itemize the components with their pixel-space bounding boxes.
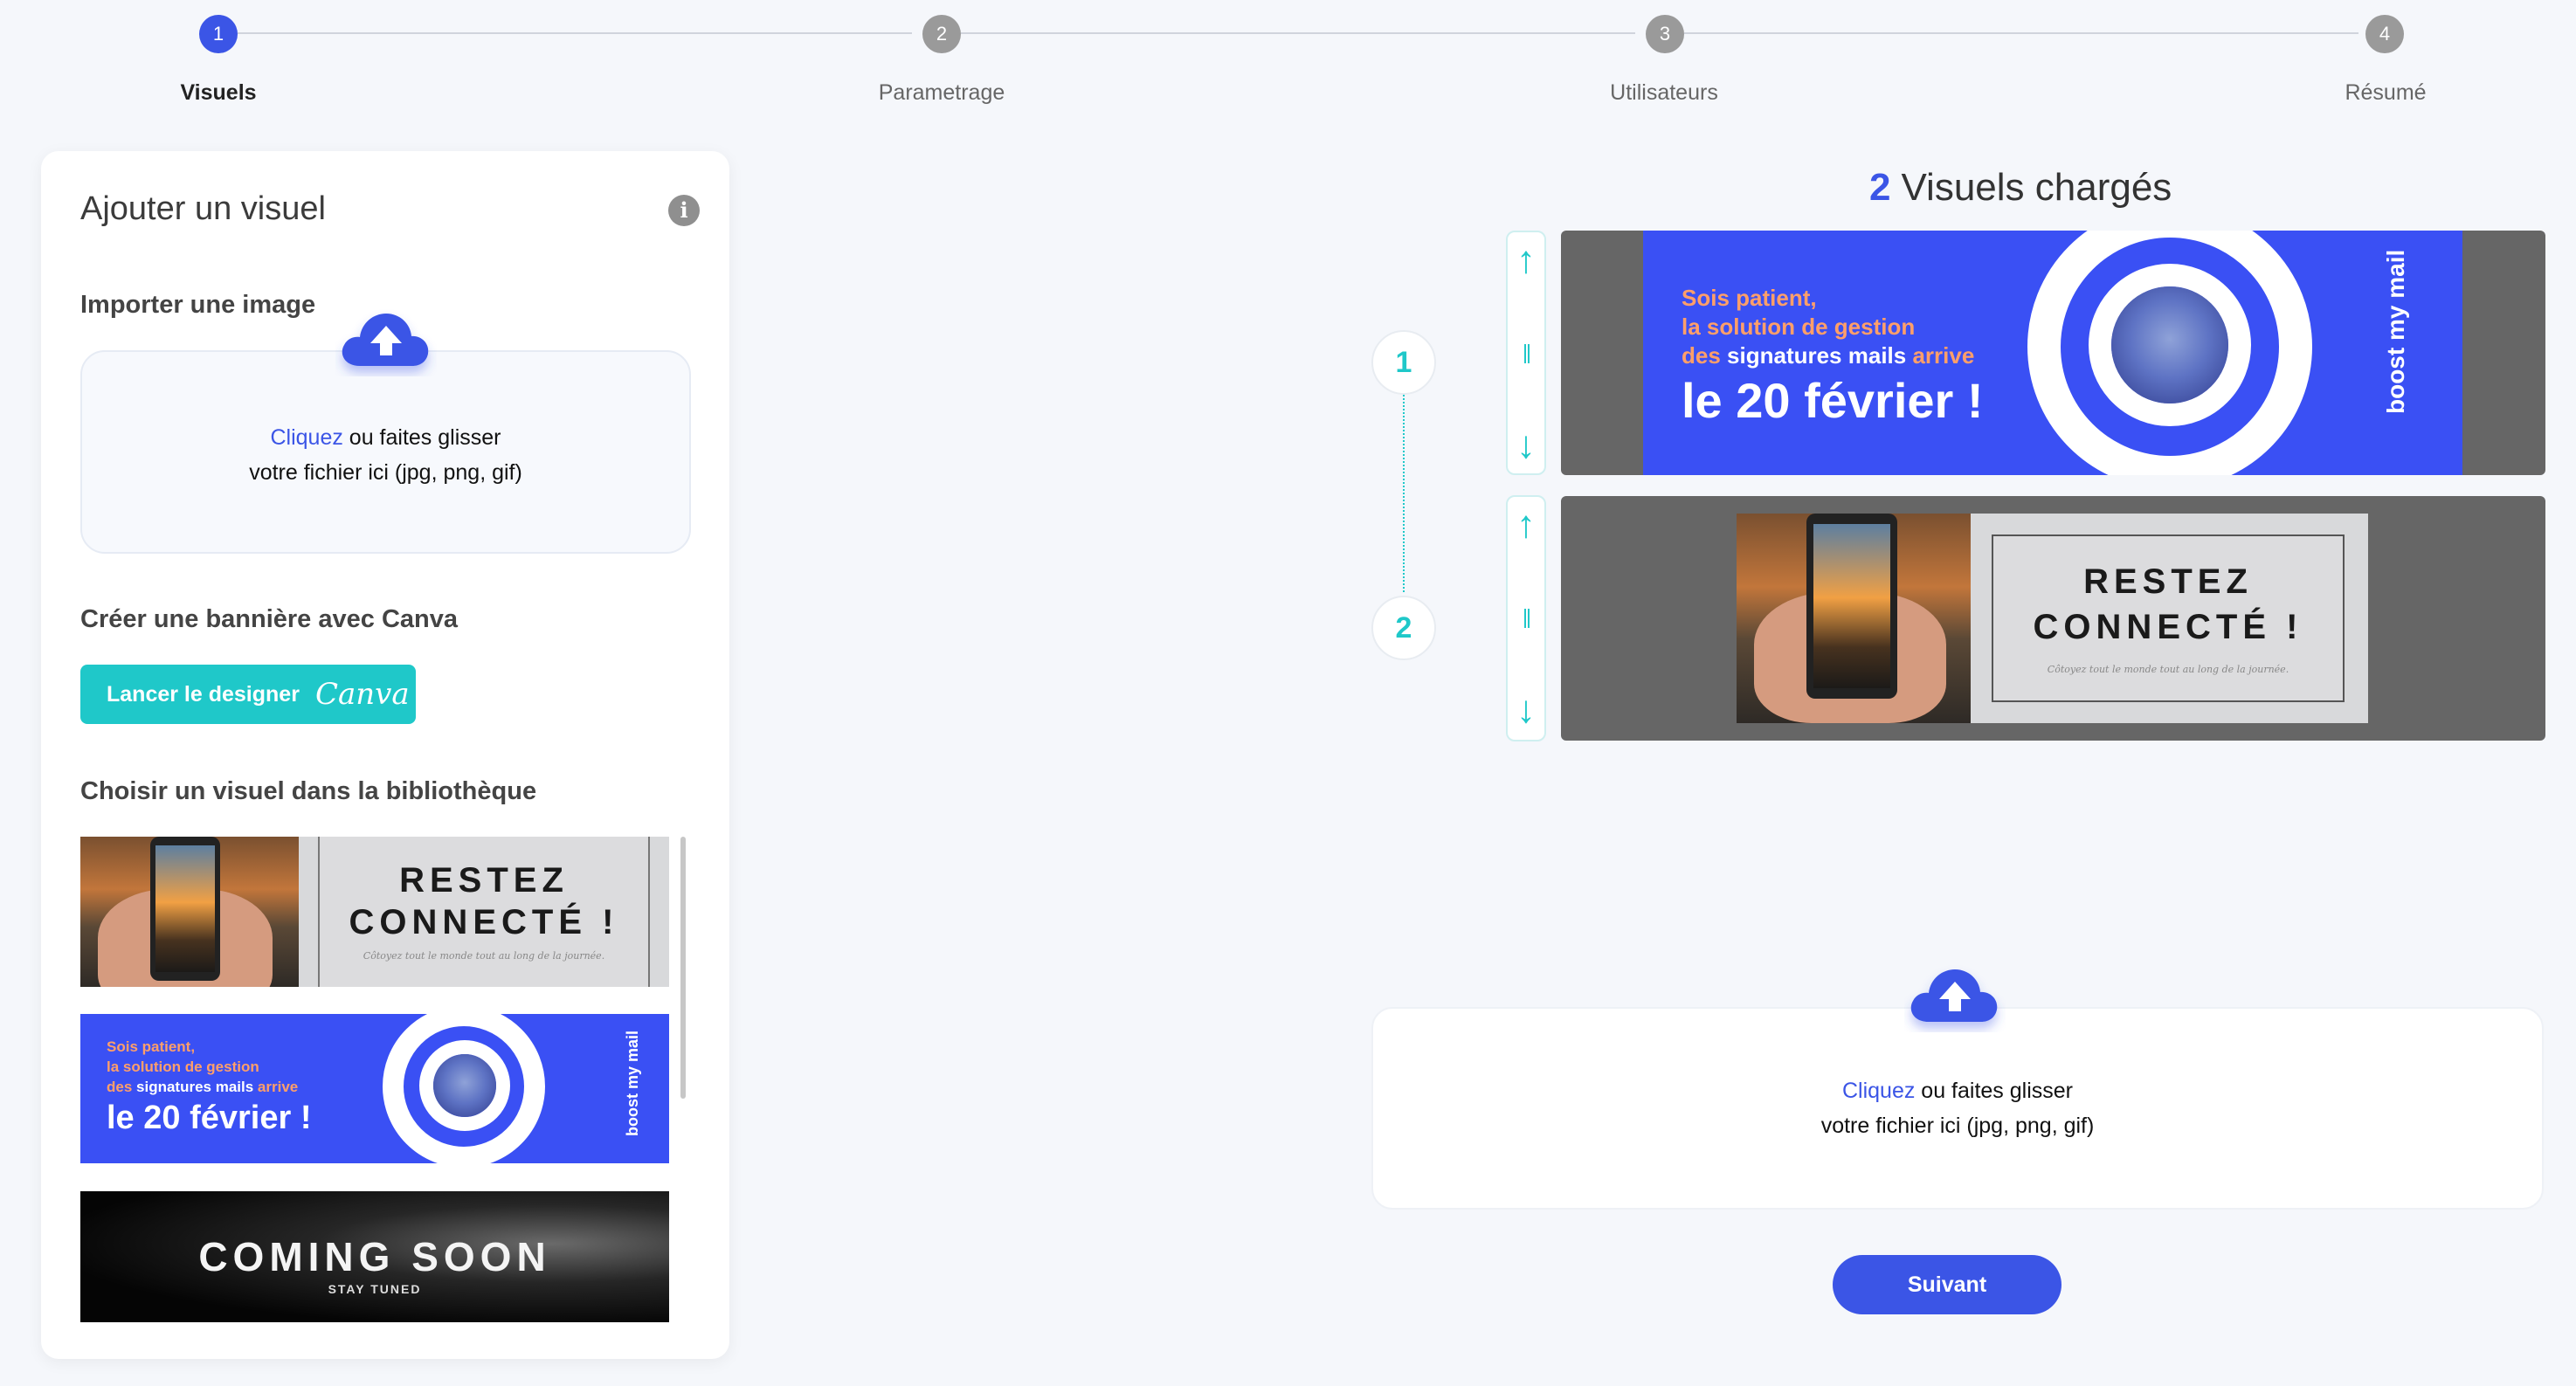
click-upload-link[interactable]: Cliquez: [270, 425, 342, 450]
step-3-indicator[interactable]: 3: [1646, 15, 1684, 53]
step-2-label[interactable]: Parametrage: [879, 80, 1005, 106]
restez-title-line1: RESTEZ: [2083, 562, 2253, 601]
canva-button-label: Lancer le designer: [107, 681, 300, 707]
move-up-icon[interactable]: ↑: [1508, 241, 1544, 279]
restez-text-box: RESTEZ CONNECTÉ ! Côtoyez tout le monde …: [1992, 534, 2345, 702]
add-visual-panel: Ajouter un visuel i Importer une image C…: [41, 151, 729, 1359]
step-2-indicator[interactable]: 2: [922, 15, 961, 53]
loaded-visual-1[interactable]: Sois patient, la solution de gestion des…: [1561, 231, 2545, 475]
banner-line4: le 20 février !: [1682, 373, 1984, 428]
move-up-icon[interactable]: ↑: [1508, 506, 1544, 544]
restez-subtitle: Côtoyez tout le monde tout au long de la…: [363, 950, 605, 962]
face-photo: [433, 1054, 496, 1117]
image-dropzone[interactable]: Cliquez ou faites glisser votre fichier …: [80, 350, 691, 554]
restez-title-line2: CONNECTÉ !: [349, 903, 619, 941]
step-3-label[interactable]: Utilisateurs: [1610, 80, 1718, 106]
import-section-title: Importer une image: [80, 291, 316, 319]
library-item-coming-soon[interactable]: COMING SOON STAY TUNED: [80, 1191, 669, 1322]
boost-banner: Sois patient, la solution de gestion des…: [1643, 231, 2462, 475]
boost-banner: Sois patient, la solution de gestion des…: [80, 1014, 669, 1163]
step-connector: [238, 32, 912, 34]
brand-text: boost my mail: [624, 1030, 641, 1136]
move-down-icon[interactable]: ↓: [1508, 426, 1544, 465]
restez-text-box: RESTEZ CONNECTÉ ! Côtoyez tout le monde …: [318, 837, 650, 987]
banner-line3: des signatures mails arrive: [107, 1079, 299, 1095]
launch-canva-button[interactable]: Lancer le designer Canva: [80, 665, 416, 724]
loaded-label: Visuels chargés: [1901, 166, 2172, 209]
library-item-restez-connecte[interactable]: RESTEZ CONNECTÉ ! Côtoyez tout le monde …: [80, 837, 669, 987]
loaded-visuals-title: 2 Visuels chargés: [1869, 166, 2172, 210]
banner-line4: le 20 février !: [107, 1100, 312, 1136]
dropzone-text: Cliquez ou faites glisser votre fichier …: [82, 420, 689, 490]
click-upload-link[interactable]: Cliquez: [1842, 1079, 1915, 1103]
banner-line1: Sois patient,: [1682, 285, 1817, 311]
banner-line2: la solution de gestion: [1682, 314, 1916, 340]
restez-banner: RESTEZ CONNECTÉ ! Côtoyez tout le monde …: [1737, 514, 2368, 723]
reorder-control-1: ↑ ↓: [1506, 231, 1546, 475]
restez-subtitle: Côtoyez tout le monde tout au long de la…: [2047, 664, 2289, 675]
step-1-indicator[interactable]: 1: [199, 15, 238, 53]
reorder-control-2: ↑ ↓: [1506, 495, 1546, 741]
order-connector: [1403, 395, 1405, 592]
step-4-indicator[interactable]: 4: [2365, 15, 2404, 53]
library-item-boost-my-mail[interactable]: Sois patient, la solution de gestion des…: [80, 1014, 669, 1163]
banner-line3: des signatures mails arrive: [1682, 342, 1975, 369]
info-icon[interactable]: i: [668, 195, 700, 226]
restez-banner: RESTEZ CONNECTÉ ! Côtoyez tout le monde …: [80, 837, 669, 987]
dropzone-text: Cliquez ou faites glisser votre fichier …: [1373, 1073, 2542, 1143]
coming-soon-subtitle: STAY TUNED: [328, 1282, 422, 1296]
panel-title: Ajouter un visuel: [80, 190, 326, 227]
dropzone-line1: ou faites glisser: [1915, 1079, 2073, 1103]
next-button[interactable]: Suivant: [1833, 1255, 2061, 1314]
canva-logo-icon: Canva: [314, 677, 410, 712]
restez-title-line1: RESTEZ: [399, 861, 569, 900]
banner-line1: Sois patient,: [107, 1038, 196, 1055]
step-1-label[interactable]: Visuels: [180, 80, 256, 106]
step-4-label[interactable]: Résumé: [2345, 80, 2426, 106]
coming-soon-banner: COMING SOON STAY TUNED: [80, 1191, 669, 1322]
step-connector: [961, 32, 1635, 34]
step-connector: [1684, 32, 2358, 34]
move-down-icon[interactable]: ↓: [1508, 691, 1544, 729]
stepper: 1 2 3 4 Visuels Parametrage Utilisateurs…: [0, 0, 2576, 122]
order-indicator-1: 1: [1371, 330, 1436, 395]
loaded-count: 2: [1869, 166, 1891, 209]
canva-section-title: Créer une bannière avec Canva: [80, 605, 458, 633]
cloud-upload-icon[interactable]: [335, 305, 437, 376]
face-photo: [2111, 286, 2228, 403]
brand-text: boost my mail: [2382, 249, 2409, 414]
banner-line2: la solution de gestion: [107, 1058, 259, 1075]
phone-photo-image: [80, 837, 299, 987]
coming-soon-title: COMING SOON: [198, 1234, 551, 1279]
drag-handle-icon[interactable]: [1524, 344, 1530, 363]
dropzone-line1: ou faites glisser: [342, 425, 501, 450]
library-section-title: Choisir un visuel dans la bibliothèque: [80, 777, 537, 805]
cloud-upload-icon[interactable]: [1904, 961, 2006, 1032]
restez-title-line2: CONNECTÉ !: [2033, 608, 2303, 646]
dropzone-line2: votre fichier ici (jpg, png, gif): [1820, 1114, 2095, 1138]
dropzone-line2: votre fichier ici (jpg, png, gif): [249, 460, 522, 485]
order-indicator-2: 2: [1371, 596, 1436, 660]
drag-handle-icon[interactable]: [1524, 609, 1530, 628]
phone-photo-image: [1737, 514, 1971, 723]
loaded-visual-2[interactable]: RESTEZ CONNECTÉ ! Côtoyez tout le monde …: [1561, 496, 2545, 741]
visual-dropzone[interactable]: Cliquez ou faites glisser votre fichier …: [1371, 1007, 2544, 1210]
library-scrollbar[interactable]: [680, 837, 686, 1099]
